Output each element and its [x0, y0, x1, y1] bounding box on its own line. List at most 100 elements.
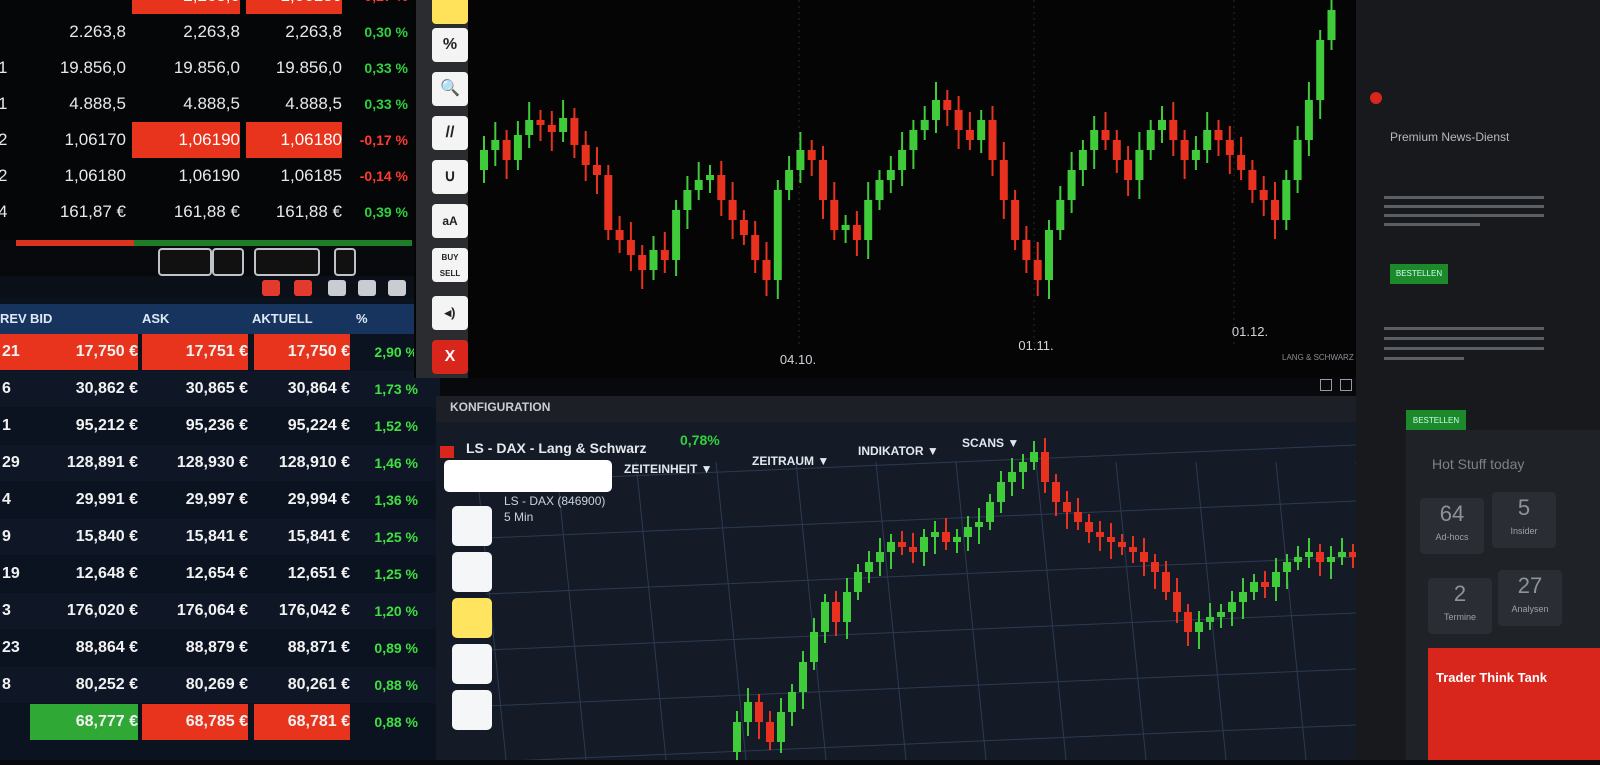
- candle-body: [1272, 572, 1280, 587]
- candle-body: [1261, 582, 1269, 587]
- restore-icon[interactable]: [1340, 379, 1353, 391]
- table-cell: 2,263,8: [285, 22, 342, 41]
- highlight-tool-button[interactable]: [452, 598, 492, 638]
- scroll-indicator-red[interactable]: [16, 240, 134, 246]
- list-item[interactable]: 29 128,891 € 128,930 € 128,910 € 1,46 %: [0, 445, 440, 481]
- candle-body: [1056, 200, 1065, 230]
- table-cell: 2,263,8: [183, 22, 240, 41]
- candle-body: [1146, 130, 1155, 150]
- candle-body: [931, 532, 939, 537]
- list-item[interactable]: 68,777 €68,785 €68,781 € 0,88 %: [0, 704, 440, 740]
- list-item[interactable]: 19 12,648 € 12,654 € 12,651 € 1,25 %: [0, 556, 440, 592]
- list-item[interactable]: 4 29,991 € 29,997 € 29,994 € 1,36 %: [0, 482, 440, 518]
- list-item[interactable]: 1 95,212 € 95,236 € 95,224 € 1,52 %: [0, 408, 440, 444]
- expand-icon[interactable]: [388, 280, 406, 296]
- menu-indikator[interactable]: INDIKATOR ▼: [858, 440, 939, 462]
- candle-body: [1135, 150, 1144, 180]
- table-cell: 161,88 €: [173, 202, 240, 221]
- table-row[interactable]: 2 1,06170 1,06190 1,06180 -0,17 %: [0, 122, 420, 158]
- draw-tool-button[interactable]: [452, 644, 492, 684]
- candle-body: [1283, 562, 1291, 572]
- list-item[interactable]: 8 80,252 € 80,269 € 80,261 € 0,88 %: [0, 667, 440, 703]
- chart-bottom-title: LS - DAX - Lang & Schwarz: [466, 440, 647, 456]
- table-cell: 68,777 €: [30, 704, 138, 740]
- percent-tool-button[interactable]: %: [432, 28, 468, 62]
- candle-body: [1096, 532, 1104, 537]
- table-cell: 17,750 €: [254, 334, 350, 370]
- window-icon[interactable]: [358, 280, 376, 296]
- candle-body: [810, 632, 818, 662]
- table-row[interactable]: 2 1,06180 1,06190 1,06185 -0,14 %: [0, 158, 420, 194]
- list-item[interactable]: 3 176,020 € 176,064 € 176,042 € 1,20 %: [0, 593, 440, 629]
- scroll-indicator-green[interactable]: [134, 240, 412, 246]
- view-button-1[interactable]: [158, 248, 212, 276]
- sound-icon[interactable]: ◂): [432, 296, 468, 330]
- table-row[interactable]: 2,263,0 1,06180 -0,27 %: [0, 0, 420, 14]
- view-button-3[interactable]: [254, 248, 320, 276]
- news-heading[interactable]: Premium News-Dienst: [1390, 130, 1509, 144]
- stat-analysen[interactable]: 27 Analysen: [1498, 570, 1562, 626]
- menu-zeiteinheit[interactable]: ZEITEINHEIT ▼: [624, 458, 713, 480]
- table-cell: 15,841 €: [287, 528, 350, 545]
- stat-termine[interactable]: 2 Termine: [1428, 578, 1492, 634]
- text-tool-button[interactable]: aA: [432, 204, 468, 238]
- trendline-tool-button[interactable]: //: [432, 116, 468, 150]
- alert-icon[interactable]: [294, 280, 312, 296]
- table-row[interactable]: 1 4.888,5 4.888,5 4.888,5 0,33 %: [0, 86, 420, 122]
- col-header-rev[interactable]: REV: [0, 304, 27, 334]
- think-tank-banner[interactable]: Trader Think Tank: [1428, 648, 1600, 760]
- list-item[interactable]: 23 88,864 € 88,879 € 88,871 € 0,89 %: [0, 630, 440, 666]
- candle-body: [1041, 452, 1049, 482]
- stat-insider[interactable]: 5 Insider: [1492, 492, 1556, 548]
- minimize-icon[interactable]: [1320, 379, 1332, 391]
- menu-zeitraum[interactable]: ZEITRAUM ▼: [752, 450, 829, 472]
- candle-body: [739, 220, 748, 235]
- pointer-tool-button[interactable]: [452, 506, 492, 546]
- symbol-search-input[interactable]: [444, 460, 612, 492]
- candlestick-chart-top[interactable]: 04.10. 01.11. 01.12. LANG & SCHWARZ: [414, 0, 1384, 378]
- table-row[interactable]: 2.263,8 2,263,8 2,263,8 0,30 %: [0, 14, 420, 50]
- table-row[interactable]: 1 19.856,0 19.856,0 19.856,0 0,33 %: [0, 50, 420, 86]
- link-icon[interactable]: [262, 280, 280, 296]
- table-cell: 88,879 €: [185, 639, 248, 656]
- table-row[interactable]: 4 161,87 €161,88 €161,88 €0,39 %: [0, 194, 420, 230]
- candle-body: [1030, 452, 1038, 462]
- list-item[interactable]: 9 15,840 € 15,841 € 15,841 € 1,25 %: [0, 519, 440, 555]
- candle-body: [1228, 602, 1236, 612]
- chart-bottom-change: 0,78%: [680, 432, 720, 448]
- candle-body: [1327, 557, 1335, 562]
- table-cell: 6: [2, 380, 11, 397]
- col-header-aktuell[interactable]: AKTUELL: [252, 304, 348, 334]
- candle-body: [706, 175, 714, 180]
- list-item[interactable]: 6 30,862 € 30,865 € 30,864 € 1,73 %: [0, 371, 440, 407]
- info-icon[interactable]: [328, 280, 346, 296]
- candle-body: [1316, 40, 1325, 100]
- col-header-percent[interactable]: %: [356, 304, 396, 334]
- buy-sell-button[interactable]: BUY SELL: [432, 248, 468, 282]
- table-cell: 4.888,5: [69, 94, 126, 113]
- view-button-2[interactable]: [212, 248, 244, 276]
- col-header-ask[interactable]: ASK: [142, 304, 242, 334]
- candle-body: [1203, 130, 1212, 150]
- config-label[interactable]: KONFIGURATION: [450, 400, 550, 414]
- table-cell: 29,997 €: [185, 491, 248, 508]
- candle-body: [1225, 140, 1234, 155]
- order-button-2[interactable]: BESTELLEN: [1406, 410, 1466, 432]
- cursor-tool-button[interactable]: [432, 0, 468, 24]
- chart-top-svg[interactable]: 04.10. 01.11. 01.12. LANG & SCHWARZ: [414, 0, 1384, 378]
- search-tool-button[interactable]: [452, 690, 492, 730]
- stat-adhocs[interactable]: 64 Ad-hocs: [1420, 498, 1484, 554]
- table-cell: 176,064 €: [176, 602, 248, 619]
- list-item[interactable]: 21 17,750 €17,751 €17,750 €2,90 %: [0, 334, 440, 370]
- blank-tool-button[interactable]: [452, 552, 492, 592]
- zoom-tool-button[interactable]: 🔍: [432, 72, 468, 106]
- order-button-1[interactable]: BESTELLEN: [1390, 264, 1448, 284]
- close-icon[interactable]: X: [432, 340, 468, 374]
- menu-scans[interactable]: SCANS ▼: [962, 432, 1019, 454]
- table-cell: 95,224 €: [287, 417, 350, 434]
- view-button-4[interactable]: [334, 248, 356, 276]
- col-header-bid[interactable]: BID: [30, 304, 130, 334]
- candle-body: [988, 120, 997, 160]
- candle-body: [1112, 140, 1121, 160]
- curve-tool-button[interactable]: ∪: [432, 160, 468, 194]
